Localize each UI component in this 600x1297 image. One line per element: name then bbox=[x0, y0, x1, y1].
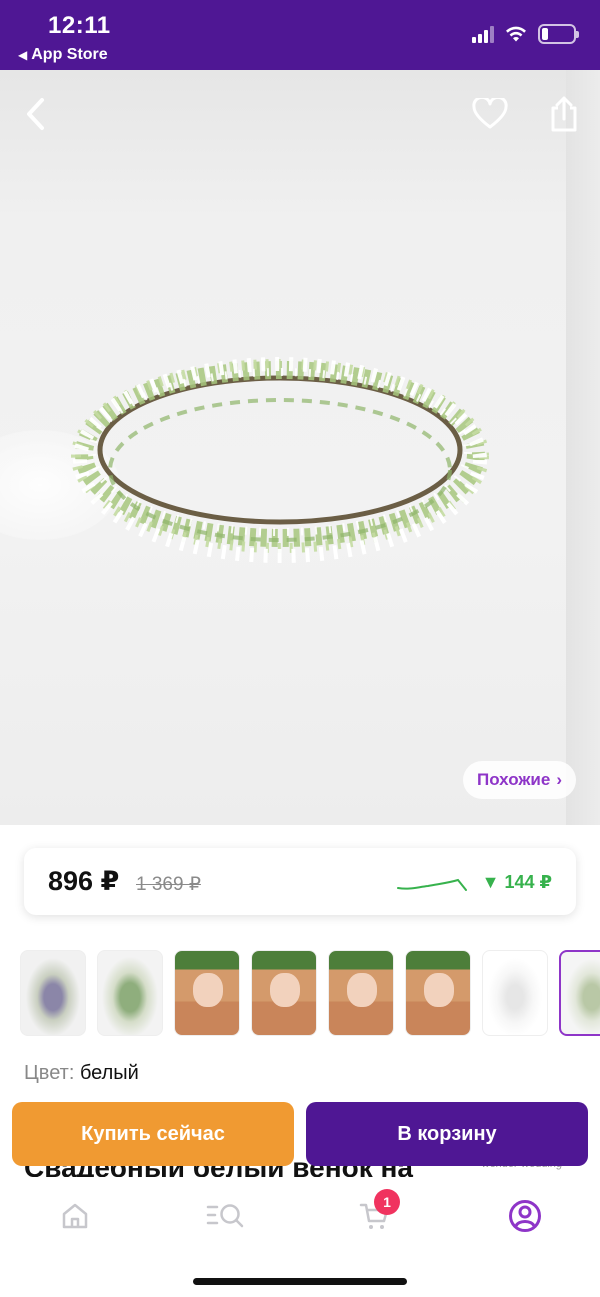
old-price: 1 369 ₽ bbox=[136, 874, 201, 895]
thumbnail-wreath-lavender[interactable] bbox=[20, 950, 86, 1036]
tab-catalog[interactable] bbox=[195, 1191, 255, 1241]
heart-icon bbox=[472, 98, 508, 129]
thumbnail-girl-3[interactable] bbox=[328, 950, 394, 1036]
share-button[interactable] bbox=[544, 94, 584, 134]
variant-thumbnails bbox=[20, 950, 600, 1038]
app-store-back-link[interactable]: ◀ App Store bbox=[18, 46, 108, 64]
catalog-search-icon bbox=[206, 1204, 244, 1228]
home-indicator bbox=[193, 1278, 407, 1285]
status-icons bbox=[472, 24, 579, 44]
home-icon bbox=[62, 1203, 88, 1229]
similar-label: Похожие bbox=[476, 770, 551, 789]
buy-now-button[interactable]: Купить сейчас bbox=[12, 1102, 294, 1166]
wreath-photo bbox=[71, 357, 489, 563]
product-image-gallery[interactable]: Похожие › bbox=[0, 70, 600, 825]
share-icon bbox=[551, 96, 577, 132]
current-price: 896 ₽ bbox=[48, 866, 120, 896]
app-store-label: App Store bbox=[31, 46, 108, 63]
add-to-cart-button[interactable]: В корзину bbox=[306, 1102, 588, 1166]
thumbnail-girl-4[interactable] bbox=[405, 950, 471, 1036]
status-time: 12:11 bbox=[48, 12, 111, 39]
price-card[interactable]: 896 ₽ 1 369 ₽ ▼ 144 ₽ bbox=[24, 848, 576, 915]
thumbnail-wreath-green[interactable] bbox=[97, 950, 163, 1036]
chevron-right-icon: › bbox=[556, 770, 562, 789]
wifi-icon bbox=[506, 26, 526, 42]
thumbnail-wreath-white[interactable] bbox=[482, 950, 548, 1036]
battery-icon bbox=[538, 24, 579, 44]
signal-icon bbox=[472, 25, 494, 43]
back-triangle-icon: ◀ bbox=[18, 48, 28, 62]
similar-products-button[interactable]: Похожие › bbox=[462, 761, 576, 799]
price-drop-badge: ▼ 144 ₽ bbox=[481, 872, 552, 892]
favorite-button[interactable] bbox=[470, 94, 510, 134]
back-button[interactable] bbox=[16, 94, 56, 134]
color-row: Цвет: белый bbox=[24, 1062, 139, 1085]
thumbnail-wreath-selected[interactable] bbox=[559, 950, 600, 1036]
thumbnail-girl-2[interactable] bbox=[251, 950, 317, 1036]
price-history-sparkline bbox=[397, 878, 467, 891]
status-bar: 12:11 ◀ App Store bbox=[0, 0, 600, 70]
cart-count-badge: 1 bbox=[374, 1189, 400, 1215]
color-value: белый bbox=[79, 1062, 139, 1084]
color-label: Цвет: bbox=[24, 1062, 75, 1084]
thumbnail-girl-1[interactable] bbox=[174, 950, 240, 1036]
next-image-peek bbox=[566, 70, 600, 825]
back-chevron-icon bbox=[27, 98, 44, 130]
profile-icon bbox=[509, 1200, 541, 1232]
tab-profile[interactable] bbox=[495, 1191, 555, 1241]
tab-home[interactable] bbox=[45, 1191, 105, 1241]
